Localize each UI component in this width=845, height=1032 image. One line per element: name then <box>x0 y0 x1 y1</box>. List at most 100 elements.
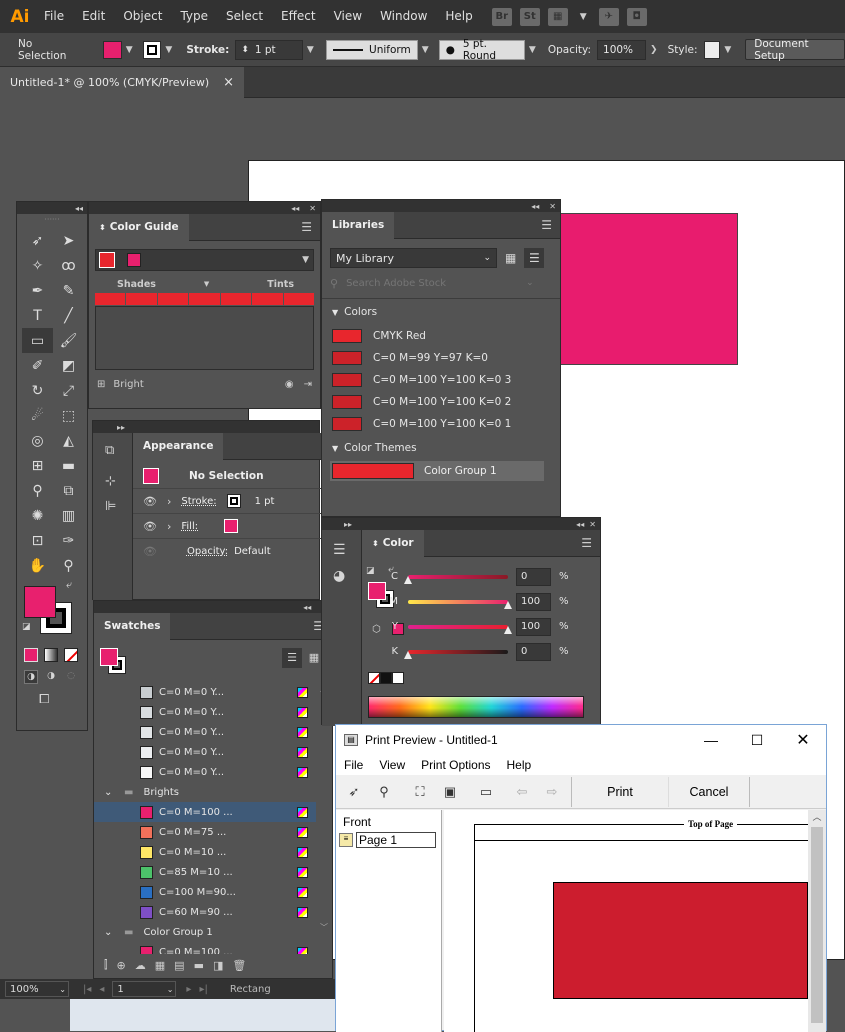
slider-thumb[interactable] <box>404 650 412 659</box>
perspective-grid-tool-icon[interactable]: ◭ <box>53 428 84 453</box>
library-color-item[interactable]: C=0 M=100 Y=100 K=0 3 <box>322 369 560 391</box>
menu-file[interactable]: File <box>35 0 73 33</box>
maximize-icon[interactable]: ☐ <box>734 732 780 749</box>
color-theme-item[interactable]: Color Group 1 <box>330 461 544 481</box>
library-color-item[interactable]: C=0 M=100 Y=100 K=0 1 <box>322 413 560 435</box>
swatch-row[interactable]: C=60 M=90 ... <box>94 902 316 922</box>
tab-color-guide[interactable]: ⬍ Color Guide <box>89 213 189 241</box>
limit-swatches-icon[interactable]: ⊞ <box>97 379 105 390</box>
close-tab-icon[interactable]: × <box>223 75 234 90</box>
type-tool-icon[interactable]: T <box>22 303 53 328</box>
swatch-row[interactable]: C=0 M=100 ... <box>94 802 316 822</box>
stock-search-input[interactable] <box>346 277 527 289</box>
minimize-icon[interactable]: — <box>688 732 734 748</box>
slider-thumb[interactable] <box>504 600 512 609</box>
fit-width-icon[interactable]: ▣ <box>435 780 465 804</box>
stroke-weight-dropdown-icon[interactable]: ▼ <box>307 45 314 55</box>
swatch-row[interactable]: C=0 M=0 Y... <box>94 722 316 742</box>
stroke-panel-icon[interactable]: ☰ <box>333 542 361 558</box>
fill-color-box[interactable] <box>24 586 56 618</box>
page-field[interactable]: 1 ⌄ <box>112 981 177 997</box>
blend-tool-icon[interactable]: ⧉ <box>53 478 84 503</box>
opacity-arrow-icon[interactable]: ❯ <box>650 45 658 55</box>
cancel-button[interactable]: Cancel <box>669 785 749 799</box>
brush-definition[interactable]: ● 5 pt. Round <box>438 38 525 62</box>
swatch-row[interactable]: C=0 M=10 ... <box>94 842 316 862</box>
menu-window[interactable]: Window <box>371 0 436 33</box>
base-color-swatch[interactable] <box>99 252 115 268</box>
channel-value-field[interactable]: 0 <box>516 642 551 661</box>
swatch-row[interactable]: C=0 M=0 Y... <box>94 762 316 782</box>
pp-menu-help[interactable]: Help <box>499 758 540 772</box>
artboard-tool-icon[interactable]: ⊡ <box>22 528 53 553</box>
tree-page-item[interactable]: ≡ Page 1 <box>339 832 441 848</box>
menu-effect[interactable]: Effect <box>272 0 325 33</box>
swatch-row[interactable]: C=85 M=10 ... <box>94 862 316 882</box>
rectangle-tool-icon[interactable]: ▭ <box>22 328 53 353</box>
print-button[interactable]: Print <box>572 785 668 799</box>
expand-arrow-icon[interactable]: › <box>167 495 171 508</box>
hand-tool-icon[interactable]: ✋ <box>22 553 53 578</box>
list-view-icon[interactable]: ☰ <box>524 248 545 268</box>
variation-swatch[interactable] <box>189 293 220 305</box>
menu-type[interactable]: Type <box>171 0 217 33</box>
expand-icon[interactable]: ▸▸ <box>117 423 125 432</box>
last-page-icon[interactable]: ▸| <box>199 984 207 995</box>
harmony-swatch[interactable] <box>127 253 141 267</box>
collapse-icon[interactable]: ◂◂ <box>531 202 539 211</box>
slider-track[interactable] <box>408 599 512 609</box>
white-swatch[interactable] <box>392 672 404 684</box>
stroke-swatch[interactable] <box>226 494 241 508</box>
show-kinds-icon[interactable]: ▦ <box>155 959 165 972</box>
line-tool-icon[interactable]: ╱ <box>53 303 84 328</box>
slider-track[interactable] <box>404 574 508 584</box>
collapse-icon[interactable]: ◂◂ <box>291 204 299 213</box>
pp-menu-print-options[interactable]: Print Options <box>413 758 498 772</box>
library-dropdown[interactable]: My Library ⌄ <box>330 248 497 268</box>
draw-behind-icon[interactable]: ◑ <box>44 670 58 684</box>
gpu-icon[interactable]: ◘ <box>626 7 647 26</box>
tools-collapse-icon[interactable]: ◂◂ <box>17 202 87 214</box>
harmony-rules-bar[interactable]: ▼ <box>95 249 314 271</box>
tab-appearance[interactable]: Appearance <box>133 432 224 460</box>
tab-color[interactable]: ⬍ Color <box>362 529 424 557</box>
scroll-up-icon[interactable]: ︿ <box>808 810 826 823</box>
fill-row[interactable]: 👁 › Fill: <box>133 513 321 538</box>
variation-swatch[interactable] <box>126 293 157 305</box>
menu-view[interactable]: View <box>325 0 371 33</box>
symbol-sprayer-tool-icon[interactable]: ✺ <box>22 503 53 528</box>
column-graph-tool-icon[interactable]: ▥ <box>53 503 84 528</box>
tab-libraries[interactable]: Libraries <box>322 211 395 239</box>
swatch-row[interactable]: C=0 M=0 Y... <box>94 682 316 702</box>
slider-thumb[interactable] <box>404 575 412 584</box>
eraser-tool-icon[interactable]: ◩ <box>53 353 84 378</box>
tools-grip-icon[interactable]: ······ <box>17 214 87 224</box>
stroke-swatch[interactable] <box>142 40 162 59</box>
list-view-icon[interactable]: ☰ <box>282 648 302 668</box>
stroke-label[interactable]: Stroke: <box>181 496 216 507</box>
next-page-icon[interactable]: ▸ <box>186 984 191 995</box>
workspace-layout-icon[interactable]: ▦ <box>547 7 568 26</box>
bridge-icon[interactable]: Br <box>491 7 512 26</box>
fill-swatch[interactable] <box>103 40 122 59</box>
slider-thumb[interactable] <box>504 625 512 634</box>
document-tab[interactable]: Untitled-1* @ 100% (CMYK/Preview) × <box>0 67 245 98</box>
variation-swatch[interactable] <box>220 293 252 305</box>
sync-icon[interactable]: ✈ <box>598 7 619 26</box>
channel-value-field[interactable]: 100 <box>516 617 551 636</box>
variation-swatch[interactable] <box>95 293 126 305</box>
harmony-dropdown-icon[interactable]: ▼ <box>302 255 309 265</box>
color-mode-icon[interactable] <box>24 648 38 662</box>
mesh-tool-icon[interactable]: ⊞ <box>22 453 53 478</box>
visibility-eye-icon[interactable]: 👁 <box>143 495 157 508</box>
zoom-tool-icon[interactable]: ⚲ <box>53 553 84 578</box>
panel-close-icon[interactable]: ✕ <box>589 520 596 529</box>
stroke-weight-field[interactable]: ⬍ 1 pt <box>235 39 303 60</box>
slider-track[interactable] <box>404 649 508 659</box>
gradient-tool-icon[interactable]: ▬ <box>53 453 84 478</box>
fill-color-box[interactable] <box>100 648 118 666</box>
transform-panel-icon[interactable]: ⊹ <box>105 474 132 489</box>
style-dropdown-icon[interactable]: ▼ <box>724 45 731 55</box>
stock-icon[interactable]: St <box>519 7 540 26</box>
panel-menu-icon[interactable]: ☰ <box>301 220 312 234</box>
